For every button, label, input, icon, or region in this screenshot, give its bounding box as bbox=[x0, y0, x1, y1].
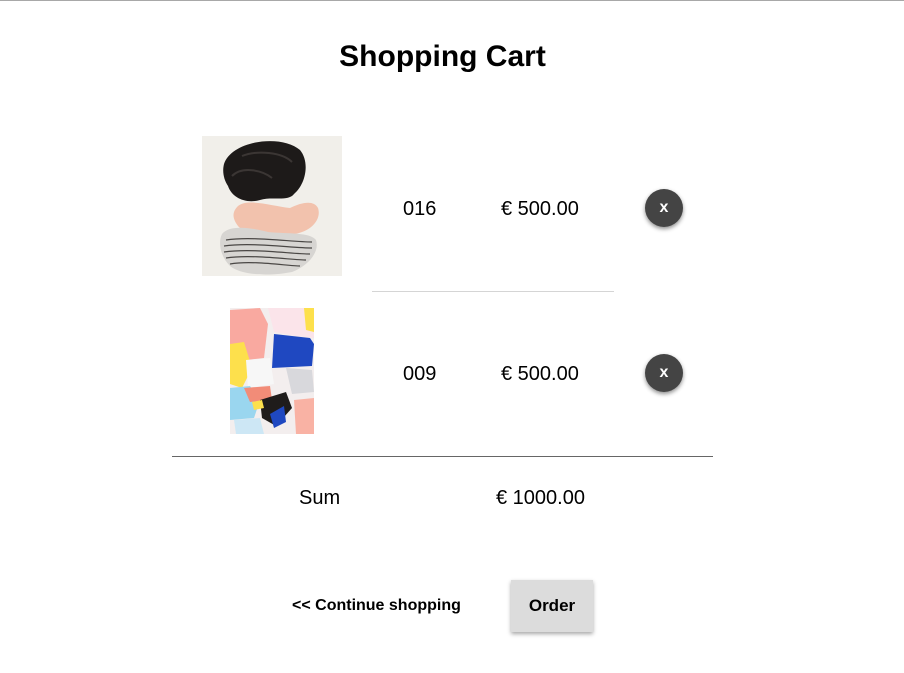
artwork-thumbnail[interactable] bbox=[230, 308, 314, 434]
item-code: 016 bbox=[403, 198, 437, 220]
item-divider bbox=[372, 291, 614, 292]
remove-item-button[interactable]: x bbox=[645, 189, 683, 227]
item-price: € 500.00 bbox=[501, 198, 579, 220]
sum-value: € 1000.00 bbox=[496, 487, 585, 509]
order-button[interactable]: Order bbox=[511, 580, 593, 632]
item-price: € 500.00 bbox=[501, 363, 579, 385]
top-border bbox=[0, 0, 904, 1]
continue-shopping-link[interactable]: << Continue shopping bbox=[292, 596, 461, 616]
sum-label: Sum bbox=[299, 487, 341, 509]
sum-divider bbox=[172, 456, 713, 457]
page-title: Shopping Cart bbox=[339, 40, 546, 73]
remove-item-button[interactable]: x bbox=[645, 354, 683, 392]
colorful-abstract-image bbox=[230, 308, 314, 434]
abstract-portrait-image bbox=[202, 136, 342, 276]
item-code: 009 bbox=[403, 363, 437, 385]
artwork-thumbnail[interactable] bbox=[202, 136, 342, 276]
